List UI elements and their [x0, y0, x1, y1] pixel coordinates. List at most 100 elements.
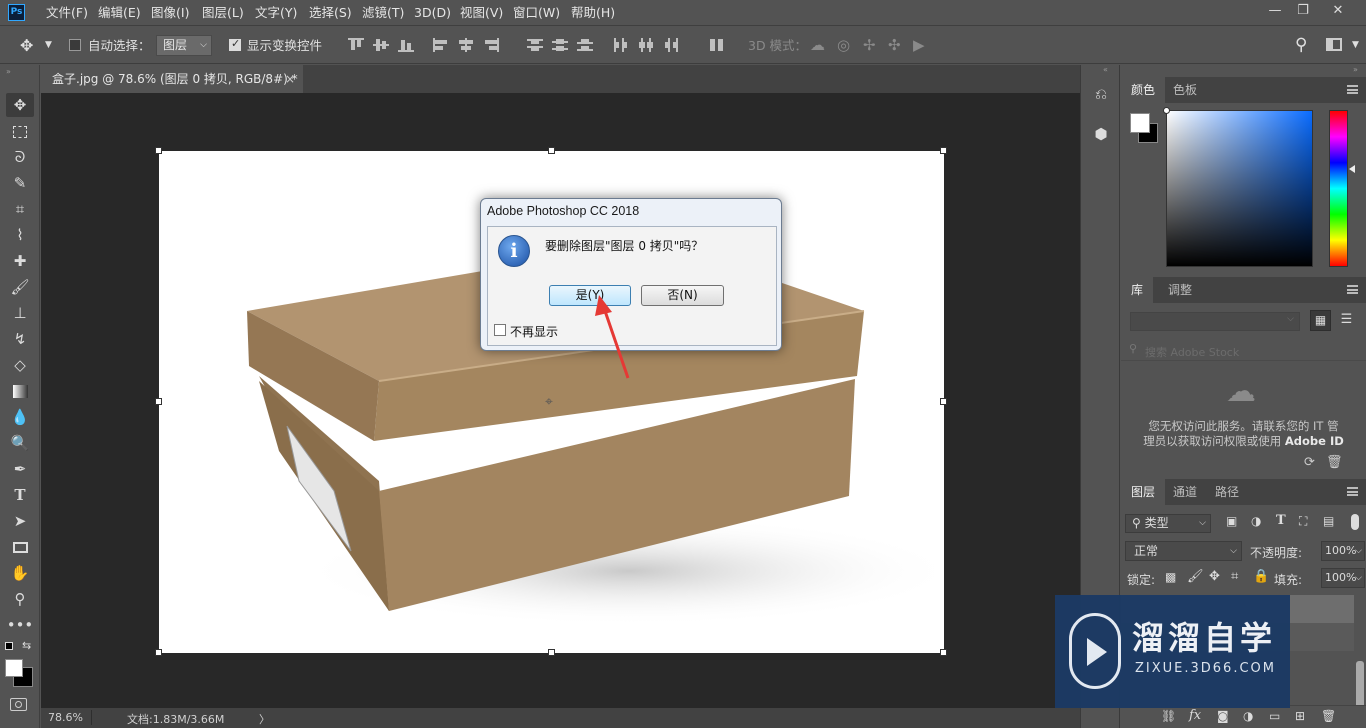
adjustment-filter-icon[interactable]: ◑: [1251, 514, 1261, 528]
foreground-color-swatch[interactable]: [5, 659, 23, 677]
history-panel-icon[interactable]: ⎌: [1090, 85, 1112, 109]
distribute-vcenter-icon[interactable]: [552, 38, 568, 52]
opacity-input[interactable]: 100% ⌵: [1321, 541, 1365, 561]
quick-mask-icon[interactable]: [10, 698, 27, 711]
menu-3d[interactable]: 3D(D): [414, 0, 451, 26]
smart-object-filter-icon[interactable]: ▤: [1323, 514, 1334, 528]
tab-adjustments[interactable]: 调整: [1158, 277, 1202, 303]
eyedropper-tool-icon[interactable]: ⌇: [6, 223, 34, 247]
grid-view-icon[interactable]: ▦: [1310, 310, 1331, 331]
panel-menu-icon[interactable]: [1347, 85, 1358, 94]
quick-select-tool-icon[interactable]: ✎: [6, 171, 34, 195]
foreground-color-swatch[interactable]: [1130, 113, 1150, 133]
distribute-top-icon[interactable]: [527, 38, 543, 52]
filter-toggle[interactable]: [1351, 514, 1359, 530]
transform-handle[interactable]: [548, 649, 555, 656]
lock-position-icon[interactable]: ✥: [1209, 569, 1220, 584]
tab-color[interactable]: 颜色: [1121, 77, 1166, 103]
transform-handle[interactable]: [548, 147, 555, 154]
menu-select[interactable]: 选择(S): [309, 0, 352, 26]
tab-swatches[interactable]: 色板: [1163, 77, 1207, 103]
menu-layer[interactable]: 图层(L): [202, 0, 244, 26]
swap-colors-icon[interactable]: ⇆: [22, 639, 31, 652]
color-picker-marker[interactable]: [1163, 107, 1170, 114]
add-mask-icon[interactable]: ◙: [1217, 709, 1229, 723]
lock-paint-icon[interactable]: 🖌: [1187, 569, 1204, 584]
list-view-icon[interactable]: ☰: [1336, 310, 1357, 331]
new-group-icon[interactable]: ▭: [1269, 709, 1280, 723]
collapse-arrows-icon[interactable]: »: [6, 67, 11, 76]
menu-edit[interactable]: 编辑(E): [98, 0, 141, 26]
cloud-sync-icon[interactable]: ⟳: [1304, 455, 1315, 470]
rectangle-tool-icon[interactable]: [6, 535, 34, 559]
tab-layers[interactable]: 图层: [1121, 479, 1166, 505]
path-select-tool-icon[interactable]: ➤: [6, 509, 34, 533]
zoom-level[interactable]: 78.6%: [48, 711, 83, 724]
auto-select-checkbox[interactable]: [69, 39, 81, 51]
panel-menu-icon[interactable]: [1347, 487, 1358, 496]
status-menu-arrow[interactable]: 〉: [259, 711, 270, 727]
align-top-icon[interactable]: [348, 38, 364, 52]
pen-tool-icon[interactable]: ✒: [6, 457, 34, 481]
pixel-filter-icon[interactable]: ▣: [1226, 514, 1237, 528]
tab-channels[interactable]: 通道: [1163, 479, 1207, 505]
lasso-tool-icon[interactable]: ᘐ: [6, 145, 34, 169]
camera-3d-icon[interactable]: ▶: [913, 27, 925, 64]
align-right-icon[interactable]: [483, 38, 499, 52]
lock-all-icon[interactable]: 🔒: [1253, 569, 1269, 584]
search-icon[interactable]: ⚲: [1295, 27, 1307, 64]
move-tool-icon[interactable]: ✥: [20, 27, 33, 64]
align-bottom-icon[interactable]: [398, 38, 414, 52]
library-dropdown[interactable]: ⌵: [1130, 312, 1300, 331]
orbit-3d-icon[interactable]: ☁: [810, 27, 825, 64]
default-colors-icon[interactable]: [5, 642, 13, 650]
crop-tool-icon[interactable]: ⌗: [6, 197, 34, 221]
transform-handle[interactable]: [940, 649, 947, 656]
align-left-icon[interactable]: [433, 38, 449, 52]
distribute-hcenter-icon[interactable]: [638, 38, 654, 52]
hue-slider-marker[interactable]: [1349, 165, 1355, 173]
distribute-left-icon[interactable]: [613, 38, 629, 52]
more-tools-icon[interactable]: •••: [6, 613, 34, 637]
dodge-tool-icon[interactable]: 🔍: [6, 431, 34, 455]
workspace-icon[interactable]: [1326, 38, 1342, 51]
lock-transparency-icon[interactable]: ▩: [1165, 570, 1176, 584]
chevron-down-icon[interactable]: ▼: [45, 27, 52, 64]
history-brush-tool-icon[interactable]: ↯: [6, 327, 34, 351]
lock-artboard-icon[interactable]: ⌗: [1231, 569, 1238, 584]
move-tool-icon[interactable]: ✥: [6, 93, 34, 117]
menu-view[interactable]: 视图(V): [460, 0, 503, 26]
fx-icon[interactable]: fx: [1189, 708, 1201, 723]
document-tab[interactable]: 盒子.jpg @ 78.6% (图层 0 拷贝, RGB/8#) * ×: [41, 65, 303, 93]
restore-button[interactable]: ❐: [1290, 0, 1316, 22]
menu-window[interactable]: 窗口(W): [513, 0, 560, 26]
roll-3d-icon[interactable]: ◎: [837, 27, 850, 64]
adjustment-layer-icon[interactable]: ◑: [1243, 709, 1253, 723]
color-field[interactable]: [1166, 110, 1313, 267]
tab-libraries[interactable]: 库: [1121, 277, 1154, 303]
new-layer-icon[interactable]: ⊞: [1295, 709, 1305, 723]
fill-input[interactable]: 100% ⌵: [1321, 568, 1365, 588]
3d-panel-icon[interactable]: ⬢: [1090, 125, 1112, 149]
dont-show-checkbox[interactable]: [494, 324, 506, 336]
brush-tool-icon[interactable]: 🖌: [6, 275, 34, 299]
trash-icon[interactable]: 🗑: [1326, 455, 1343, 470]
gradient-tool-icon[interactable]: [6, 379, 34, 403]
tab-paths[interactable]: 路径: [1205, 479, 1249, 505]
close-window-button[interactable]: ✕: [1325, 0, 1351, 22]
no-button[interactable]: 否(N): [641, 285, 724, 306]
type-filter-icon[interactable]: T: [1276, 513, 1286, 528]
transform-handle[interactable]: [940, 147, 947, 154]
trash-icon[interactable]: 🗑: [1321, 709, 1336, 723]
shape-filter-icon[interactable]: ⛶: [1299, 514, 1307, 529]
menu-file[interactable]: 文件(F): [46, 0, 88, 26]
type-tool-icon[interactable]: T: [6, 483, 34, 507]
slide-3d-icon[interactable]: ✣: [888, 27, 901, 64]
menu-filter[interactable]: 滤镜(T): [362, 0, 404, 26]
menu-help[interactable]: 帮助(H): [571, 0, 615, 26]
distribute-right-icon[interactable]: [663, 38, 679, 52]
auto-align-icon[interactable]: [709, 38, 725, 52]
pan-3d-icon[interactable]: ✢: [863, 27, 876, 64]
transform-handle[interactable]: [155, 398, 162, 405]
minimize-button[interactable]: —: [1262, 0, 1288, 22]
